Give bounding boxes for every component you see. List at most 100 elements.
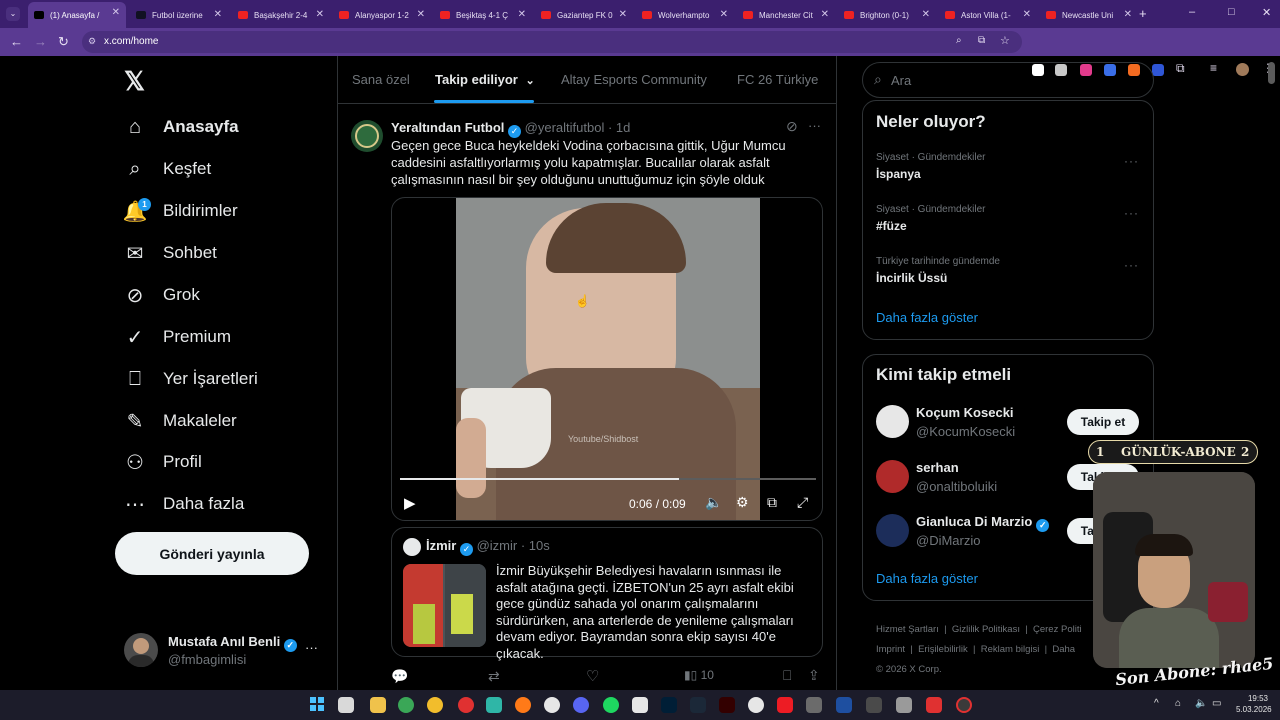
close-tab-icon[interactable]: ✕ — [518, 9, 526, 20]
search-input[interactable]: ⌕ Ara — [862, 62, 1154, 98]
trends-show-more[interactable]: Daha fazla göster — [876, 310, 978, 325]
sidebar-item-bell[interactable]: 🔔 1 Bildirimler — [123, 195, 238, 227]
trend-more-icon[interactable]: ··· — [1124, 258, 1139, 272]
close-tab-icon[interactable]: ✕ — [922, 9, 930, 20]
sidebar-item-bookmark[interactable]: ⎕ Yer İşaretleri — [124, 363, 258, 395]
account-avatar[interactable] — [124, 633, 158, 667]
follow-suggestion-name[interactable]: Gianluca Di Marzio ✓ — [916, 514, 1050, 532]
who-show-more[interactable]: Daha fazla göster — [876, 571, 978, 586]
tab-fc26-turkiye[interactable]: FC 26 Türkiye — [737, 72, 818, 87]
browser-tab[interactable]: Newcastle Uni ✕ — [1040, 4, 1138, 26]
sidebar-item-home[interactable]: ⌂ Anasayfa — [124, 111, 239, 143]
taskbar-steam-icon[interactable] — [690, 697, 706, 713]
sidebar-item-mail[interactable]: ✉ Sohbet — [124, 237, 217, 269]
tray-chevron-icon[interactable]: ^ — [1154, 698, 1159, 709]
close-tab-icon[interactable]: ✕ — [720, 9, 728, 20]
volume-icon[interactable]: 🔈 — [705, 494, 722, 511]
browser-tab[interactable]: (1) Anasayfa / ✕ — [28, 2, 126, 28]
tweet-author-name[interactable]: Yeraltından Futbol — [391, 120, 504, 135]
follow-suggestion-avatar[interactable] — [876, 460, 909, 493]
taskbar-app6-icon[interactable] — [866, 697, 882, 713]
browser-profile-avatar[interactable] — [1236, 63, 1249, 76]
browser-tab[interactable]: Başakşehir 2-4 ✕ — [232, 4, 330, 26]
tab-takip-ediliyor[interactable]: Takip ediliyor ⌄ — [435, 72, 535, 87]
sidebar-item-grok[interactable]: ⊘ Grok — [124, 279, 200, 311]
tray-clock[interactable]: 19:53 5.03.2026 — [1236, 694, 1272, 714]
pip-icon[interactable]: ⧉ — [767, 494, 777, 511]
taskbar-app2-icon[interactable] — [544, 697, 560, 713]
trend-meta[interactable]: Türkiye tarihinde gündemde — [876, 256, 1000, 267]
play-icon[interactable]: ▶ — [404, 494, 416, 512]
trend-more-icon[interactable]: ··· — [1124, 206, 1139, 220]
follow-suggestion-name[interactable]: Koçum Kosecki — [916, 405, 1014, 420]
browser-tab[interactable]: Beşiktaş 4-1 Ç ✕ — [434, 4, 532, 26]
sidebar-item-article[interactable]: ✎ Makaleler — [124, 405, 237, 437]
footer-link-imprint[interactable]: Imprint — [876, 644, 905, 655]
taskbar-illustrator-icon[interactable] — [719, 697, 735, 713]
sidebar-item-premium[interactable]: ✓ Premium — [124, 321, 231, 353]
settings-gear-icon[interactable]: ⚙ — [736, 494, 749, 511]
sidebar-item-profile[interactable]: ⚇ Profil — [124, 446, 202, 478]
chevron-down-icon[interactable]: ⌄ — [525, 75, 534, 87]
footer-link-ads[interactable]: Reklam bilgisi — [981, 644, 1040, 655]
fullscreen-icon[interactable]: ⤢ — [797, 494, 808, 511]
taskbar-chrome-alt-icon[interactable] — [427, 697, 443, 713]
post-button[interactable]: Gönderi yayınla — [115, 532, 309, 575]
close-tab-icon[interactable]: ✕ — [112, 7, 120, 18]
follow-button[interactable]: Takip et — [1067, 409, 1139, 435]
new-tab-button[interactable]: + — [1139, 6, 1147, 21]
retweet-icon[interactable]: ⇄ — [488, 668, 500, 685]
follow-suggestion-name[interactable]: serhan — [916, 460, 959, 475]
account-name[interactable]: Mustafa Anıl Benli ✓ — [168, 634, 297, 652]
tray-volume-icon[interactable]: 🔈 — [1195, 698, 1207, 709]
taskbar-pdf-icon[interactable] — [777, 697, 793, 713]
url-field[interactable]: ⚙ x.com/home ⌕ ⧉ ☆ — [82, 31, 1022, 53]
taskbar-app-icon[interactable] — [486, 697, 502, 713]
footer-link-privacy[interactable]: Gizlilik Politikası — [952, 624, 1020, 635]
taskbar-discord-icon[interactable] — [573, 697, 589, 713]
sidebar-item-more[interactable]: ⋯ Daha fazla — [124, 488, 244, 520]
close-tab-icon[interactable]: ✕ — [417, 9, 425, 20]
taskbar-app8-icon[interactable] — [926, 697, 942, 713]
install-icon[interactable]: ⧉ — [978, 35, 985, 46]
trend-name[interactable]: İncirlik Üssü — [876, 271, 947, 285]
tray-battery-icon[interactable]: ▭ — [1212, 698, 1221, 709]
like-icon[interactable]: ♡ — [586, 667, 599, 685]
footer-link-accessibility[interactable]: Erişilebilirlik — [918, 644, 968, 655]
page-scrollbar[interactable] — [1268, 62, 1275, 84]
video-progress-track[interactable] — [400, 478, 816, 480]
taskbar-explorer-icon[interactable] — [370, 697, 386, 713]
follow-suggestion-avatar[interactable] — [876, 405, 909, 438]
close-tab-icon[interactable]: ✕ — [1023, 9, 1031, 20]
extension-icon-6[interactable] — [1152, 64, 1164, 76]
bookmark-icon[interactable]: ⎕ — [783, 667, 791, 684]
browser-tab[interactable]: Aston Villa (1- ✕ — [939, 4, 1037, 26]
taskbar-app7-icon[interactable] — [896, 697, 912, 713]
tab-list-icon[interactable]: ≡ — [1210, 61, 1217, 75]
x-logo-icon[interactable]: 𝕏 — [124, 66, 145, 97]
tab-sana-ozel[interactable]: Sana özel — [352, 72, 410, 87]
close-tab-icon[interactable]: ✕ — [1124, 9, 1132, 20]
reply-icon[interactable]: 💬 — [391, 668, 408, 685]
close-tab-icon[interactable]: ✕ — [619, 9, 627, 20]
grok-explain-icon[interactable]: ⊘ — [786, 118, 798, 135]
tab-altay-esports[interactable]: Altay Esports Community — [561, 72, 707, 87]
tray-network-icon[interactable]: ⌂ — [1175, 698, 1181, 709]
taskbar-app5-icon[interactable] — [836, 697, 852, 713]
tweet-video[interactable]: Youtube/Shidbost ▶ 0:06 / 0:09 🔈 ⚙ ⧉ ⤢ ☝ — [391, 197, 823, 521]
account-more-icon[interactable]: ··· — [305, 640, 318, 655]
views-button[interactable]: ▮▯ 10 — [684, 668, 714, 682]
tweet-author-handle[interactable]: @yeraltifutbol — [525, 120, 605, 135]
back-icon[interactable]: ← — [10, 34, 23, 49]
zoom-icon[interactable]: ⌕ — [956, 35, 962, 46]
site-info-icon[interactable]: ⚙ — [88, 36, 96, 47]
trend-name[interactable]: İspanya — [876, 167, 921, 181]
taskbar-spotify-icon[interactable] — [603, 697, 619, 713]
browser-tab[interactable]: Manchester Cit ✕ — [737, 4, 835, 26]
minimize-button[interactable]: – — [1189, 6, 1195, 18]
sidebar-item-search[interactable]: ⌕ Keşfet — [124, 153, 211, 185]
browser-tab[interactable]: Alanyaspor 1-2 ✕ — [333, 4, 431, 26]
reload-icon[interactable]: ↻ — [58, 34, 69, 50]
tweet-author-avatar[interactable] — [351, 120, 383, 152]
taskbar-settings-icon[interactable] — [748, 697, 764, 713]
